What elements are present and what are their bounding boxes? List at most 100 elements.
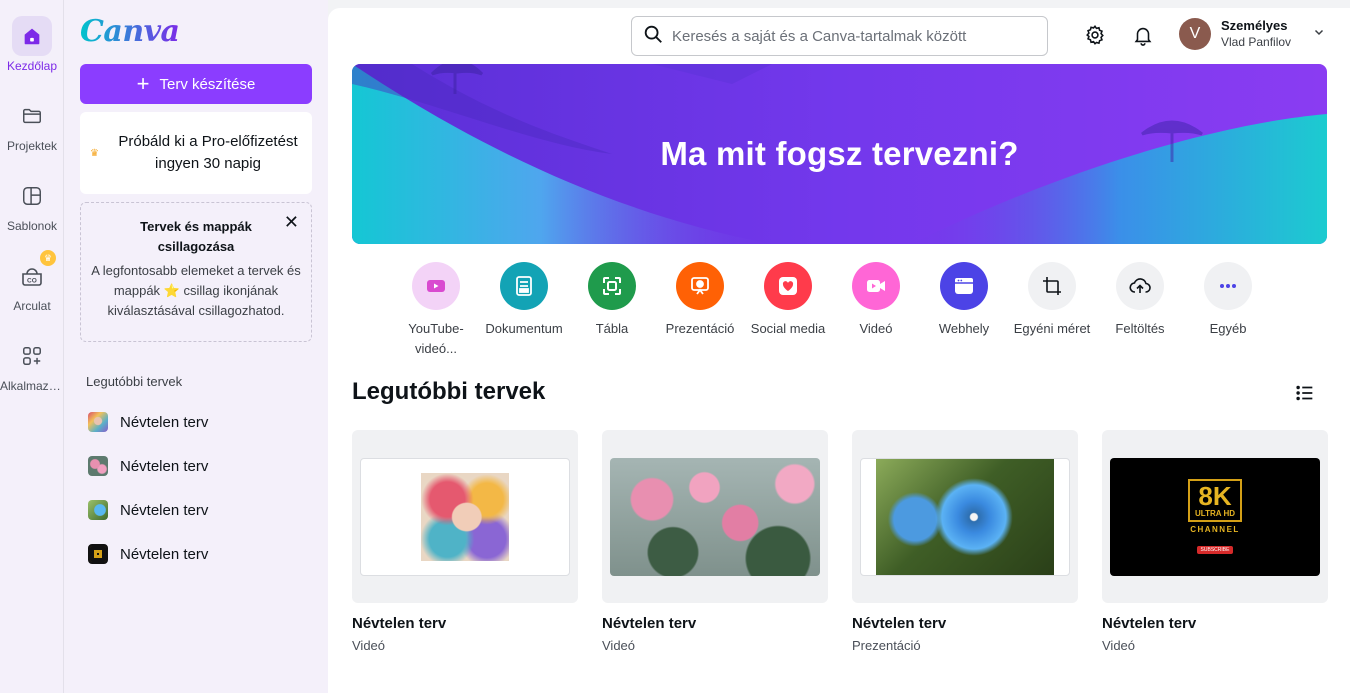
design-card-thumbnail [852,430,1078,603]
custom-size-icon [1028,262,1076,310]
account-menu[interactable]: V Személyes Vlad Panfilov [1179,18,1325,50]
account-info: Személyes Vlad Panfilov [1221,18,1291,50]
quick-action-website[interactable]: Webhely [920,262,1008,359]
design-card-title: Névtelen terv [852,615,947,632]
star-icon: ⭐ [163,283,180,298]
rail-label-templates: Sablonok [6,219,58,233]
plus-icon: + [136,71,150,96]
design-card-title: Névtelen terv [602,615,697,632]
close-icon[interactable]: ✕ [284,213,299,231]
design-card[interactable]: 8K ULTRA HD CHANNEL SUBSCRIBE Névtelen t… [1102,430,1328,653]
quick-action-label: Egyéb [1209,321,1247,336]
design-thumbnail [88,544,108,564]
search-bar[interactable] [631,16,1048,56]
quick-action-label: Webhely [938,321,990,336]
upload-icon [1116,262,1164,310]
quick-action-custom-size[interactable]: Egyéni méret [1008,262,1096,359]
crown-icon: ♛ [90,147,99,159]
blue-flower-image [860,457,1070,576]
design-card-title: Névtelen terv [352,615,447,632]
crown-icon: ♛ [40,250,56,266]
search-input[interactable] [672,27,1047,45]
design-thumbnail [88,456,108,476]
design-thumbnail [88,412,108,432]
quick-action-label: YouTube-videó... [408,321,464,356]
rail-label-home: Kezdőlap [6,59,58,73]
recent-design-item[interactable]: Névtelen terv [80,532,312,576]
quick-action-upload[interactable]: Feltöltés [1096,262,1184,359]
recent-design-item[interactable]: Névtelen terv [80,444,312,488]
settings-gear-icon[interactable] [1082,22,1108,48]
folder-icon [12,96,52,136]
rail-item-home[interactable]: Kezdőlap [0,16,64,73]
design-card[interactable]: Névtelen terv Prezentáció [852,430,1078,653]
rail-item-projects[interactable]: Projektek [0,96,64,153]
design-card-type: Videó [602,638,636,653]
quick-actions-row: YouTube-videó... Dokumentum Tábla Prezen… [392,262,1272,359]
quick-action-label: Dokumentum [485,321,563,336]
8k-logo-text: 8K [1198,481,1232,511]
list-view-icon[interactable] [1294,382,1316,409]
quick-action-label: Videó [859,321,893,336]
quick-action-social-media[interactable]: Social media [744,262,832,359]
notifications-bell-icon[interactable] [1130,22,1156,48]
heart-icon [764,262,812,310]
star-tip-title: Tervek és mappák csillagozása [140,219,252,254]
recent-design-label: Névtelen terv [120,545,209,563]
template-icon [12,176,52,216]
8k-logo-channel: CHANNEL [1190,525,1240,534]
8k-logo-subtitle: ULTRA HD [1195,509,1235,518]
svg-text:CO: CO [27,278,37,285]
more-icon [1204,262,1252,310]
rail-item-apps[interactable]: Alkalmazá... [0,336,64,393]
recent-designs-grid: Névtelen terv Videó Névtelen terv Videó … [352,430,1328,653]
quick-action-presentation[interactable]: Prezentáció [656,262,744,359]
main-content: V Személyes Vlad Panfilov [328,8,1350,693]
recent-design-item[interactable]: Névtelen terv [80,400,312,444]
home-icon [12,16,52,56]
quick-action-youtube-video[interactable]: YouTube-videó... [392,262,480,359]
design-card-thumbnail: 8K ULTRA HD CHANNEL SUBSCRIBE [1102,430,1328,603]
brand-kit-icon: CO ♛ [12,250,56,296]
rail-label-projects: Projektek [6,139,58,153]
quick-action-more[interactable]: Egyéb [1184,262,1272,359]
design-card-type: Prezentáció [852,638,921,653]
document-icon [500,262,548,310]
apps-icon [12,336,52,376]
quick-action-label: Tábla [595,321,629,336]
8k-logo: 8K ULTRA HD [1188,479,1242,522]
design-card-type: Videó [1102,638,1136,653]
left-rail: Kezdőlap Projektek Sablonok CO ♛ Arculat… [0,0,64,693]
recent-design-item[interactable]: Névtelen terv [80,488,312,532]
design-card-title: Névtelen terv [1102,615,1197,632]
recent-designs-heading: Legutóbbi tervek [86,374,183,389]
quick-action-document[interactable]: Dokumentum [480,262,568,359]
quick-action-label: Social media [750,321,826,336]
quick-action-video[interactable]: Videó [832,262,920,359]
quick-action-whiteboard[interactable]: Tábla [568,262,656,359]
design-card[interactable]: Névtelen terv Videó [352,430,578,653]
rail-item-templates[interactable]: Sablonok [0,176,64,233]
recent-design-label: Névtelen terv [120,457,209,475]
pro-trial-text: Próbáld ki a Pro-előfizetést ingyen 30 n… [118,133,298,172]
star-tip-card: ✕ Tervek és mappák csillagozása A legfon… [80,202,312,342]
account-type: Személyes [1221,18,1288,33]
design-card[interactable]: Névtelen terv Videó [602,430,828,653]
quick-action-label: Feltöltés [1115,321,1165,336]
recent-designs-title: Legutóbbi tervek [352,378,546,405]
hero-title: Ma mit fogsz tervezni? [660,135,1019,172]
youtube-icon [412,262,460,310]
design-card-thumbnail [352,430,578,603]
presentation-icon [676,262,724,310]
rail-label-apps: Alkalmazá... [0,379,64,393]
rail-item-brand[interactable]: CO ♛ Arculat [0,250,64,313]
pro-trial-promo[interactable]: ♛ Próbáld ki a Pro-előfizetést ingyen 30… [80,112,312,194]
create-design-button[interactable]: + Terv készítése [80,64,312,104]
quick-action-label: Prezentáció [665,321,735,336]
portrait-art-image [360,457,570,576]
video-icon [852,262,900,310]
recent-design-label: Névtelen terv [120,413,209,431]
canva-logo[interactable]: Canva [80,14,180,49]
rail-label-brand: Arculat [13,299,51,313]
side-panel: Canva + Terv készítése ♛ Próbáld ki a Pr… [64,0,328,693]
